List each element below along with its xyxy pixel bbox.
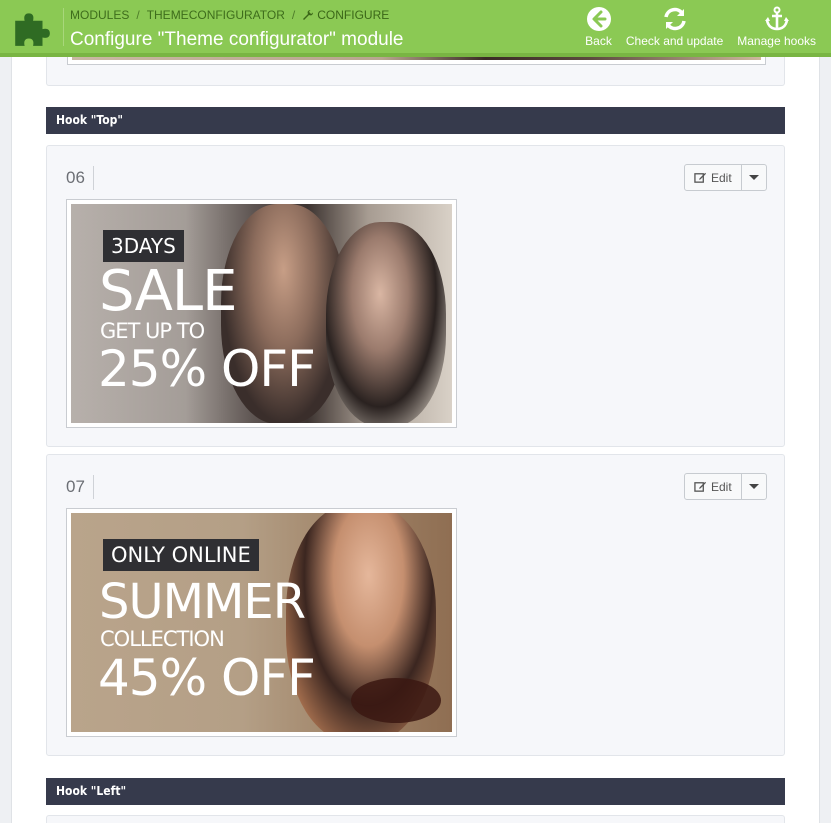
check-update-button[interactable]: Check and update [619, 6, 730, 48]
hook-item-panel: 06 Edit 3DAYS SALE GET UP TO 25% OFF [46, 145, 785, 447]
banner-line1: SUMMER [99, 574, 306, 630]
breadcrumb-themeconfigurator[interactable]: THEMECONFIGURATOR [147, 8, 285, 22]
breadcrumb-separator: / [136, 8, 140, 22]
toolbar: Back Check and update Manage hooks [578, 6, 823, 48]
caret-down-icon [748, 484, 759, 489]
banner-figure-woman [326, 222, 446, 423]
banner-tag: ONLY ONLINE [103, 539, 259, 571]
banner-line3: 45% OFF [98, 649, 316, 707]
banner-tag: 3DAYS [103, 230, 184, 262]
banner-image: ONLY ONLINE SUMMER COLLECTION 45% OFF [71, 513, 452, 732]
back-label: Back [585, 34, 612, 48]
hook-item-panel: 07 Edit ONLY ONLINE SUMMER COLLECTION 45… [46, 454, 785, 756]
breadcrumb: MODULES / THEMECONFIGURATOR / CONFIGURE [70, 8, 389, 22]
breadcrumb-configure-label: CONFIGURE [317, 8, 390, 22]
hook-top-header: Hook "Top" [46, 107, 785, 134]
edit-button[interactable]: Edit [685, 474, 742, 499]
breadcrumb-configure: CONFIGURE [302, 8, 389, 22]
hook-left-panel [46, 815, 785, 823]
banner-sunglasses [351, 678, 441, 723]
banner-image: 3DAYS SALE GET UP TO 25% OFF [71, 204, 452, 423]
edit-button[interactable]: Edit [685, 165, 742, 190]
back-arrow-icon [586, 7, 611, 31]
breadcrumb-separator: / [291, 8, 296, 22]
back-button[interactable]: Back [578, 6, 619, 48]
edit-icon [694, 172, 707, 183]
banner-thumbnail[interactable]: ONLY ONLINE SUMMER COLLECTION 45% OFF [66, 508, 457, 737]
puzzle-icon [14, 12, 50, 46]
module-icon [0, 0, 63, 53]
wrench-icon [303, 10, 314, 20]
anchor-icon [764, 6, 789, 31]
item-number: 07 [66, 475, 94, 499]
manage-hooks-button[interactable]: Manage hooks [730, 6, 823, 48]
edit-label: Edit [711, 479, 732, 494]
page-header: MODULES / THEMECONFIGURATOR / CONFIGURE … [0, 0, 831, 57]
check-update-label: Check and update [625, 34, 724, 48]
edit-dropdown-toggle[interactable] [742, 165, 766, 190]
caret-down-icon [748, 175, 759, 180]
banner-line3: 25% OFF [98, 340, 316, 398]
edit-dropdown-toggle[interactable] [742, 474, 766, 499]
page-title: Configure "Theme configurator" module [70, 29, 404, 50]
edit-icon [694, 481, 707, 492]
refresh-icon [663, 7, 686, 31]
banner-line2: COLLECTION [100, 627, 225, 651]
manage-hooks-label: Manage hooks [737, 34, 816, 48]
edit-label: Edit [711, 170, 732, 185]
breadcrumb-modules[interactable]: MODULES [70, 8, 129, 22]
edit-button-group: Edit [684, 164, 767, 191]
banner-thumbnail[interactable]: 3DAYS SALE GET UP TO 25% OFF [66, 199, 457, 428]
banner-line1: SALE [99, 259, 237, 324]
hook-left-header: Hook "Left" [46, 778, 785, 805]
item-number: 06 [66, 166, 94, 190]
header-divider [63, 8, 64, 46]
edit-button-group: Edit [684, 473, 767, 500]
